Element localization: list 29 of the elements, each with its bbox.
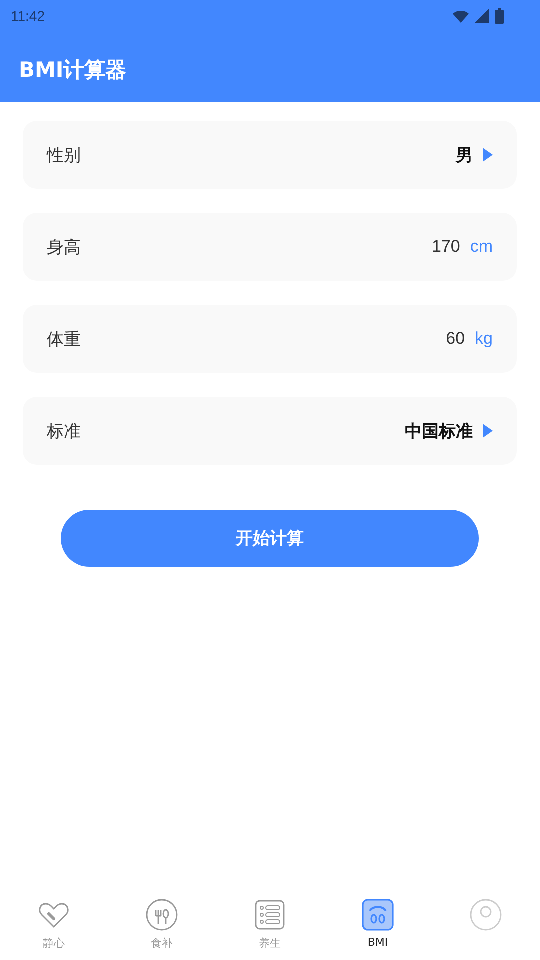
- input-row[interactable]: 身高 170 cm: [23, 213, 517, 281]
- select-row[interactable]: 性别 男: [23, 121, 517, 189]
- caret-icon: [483, 148, 493, 162]
- signal-icon: [475, 9, 489, 23]
- tab-label: BMI: [368, 936, 388, 949]
- row-label: 体重: [47, 328, 81, 350]
- tab-label: 食补: [151, 936, 173, 951]
- tab-label: 养生: [259, 936, 281, 951]
- input-value: 170: [432, 237, 460, 257]
- wifi-icon: [453, 10, 469, 22]
- battery-icon: [495, 8, 504, 24]
- unit-label: kg: [475, 329, 493, 349]
- selected-value: 男: [456, 144, 473, 166]
- list-icon: [253, 898, 287, 932]
- row-label: 性别: [47, 144, 81, 166]
- select-row[interactable]: 标准 中国标准: [23, 397, 517, 465]
- selected-value: 中国标准: [405, 420, 473, 442]
- input-value: 60: [446, 329, 466, 349]
- nav-tab[interactable]: BMI: [324, 890, 432, 960]
- row-label: 身高: [47, 236, 81, 258]
- app-title: BMI计算器: [19, 57, 127, 84]
- fork-spoon-icon: [145, 898, 179, 932]
- unit-label: cm: [470, 237, 493, 257]
- scale-icon: [361, 898, 395, 932]
- row-label: 标准: [47, 420, 81, 442]
- input-row[interactable]: 体重 60 kg: [23, 305, 517, 373]
- caret-icon: [483, 424, 493, 438]
- status-time: 11:42: [11, 8, 45, 24]
- tab-label: 静心: [43, 936, 65, 951]
